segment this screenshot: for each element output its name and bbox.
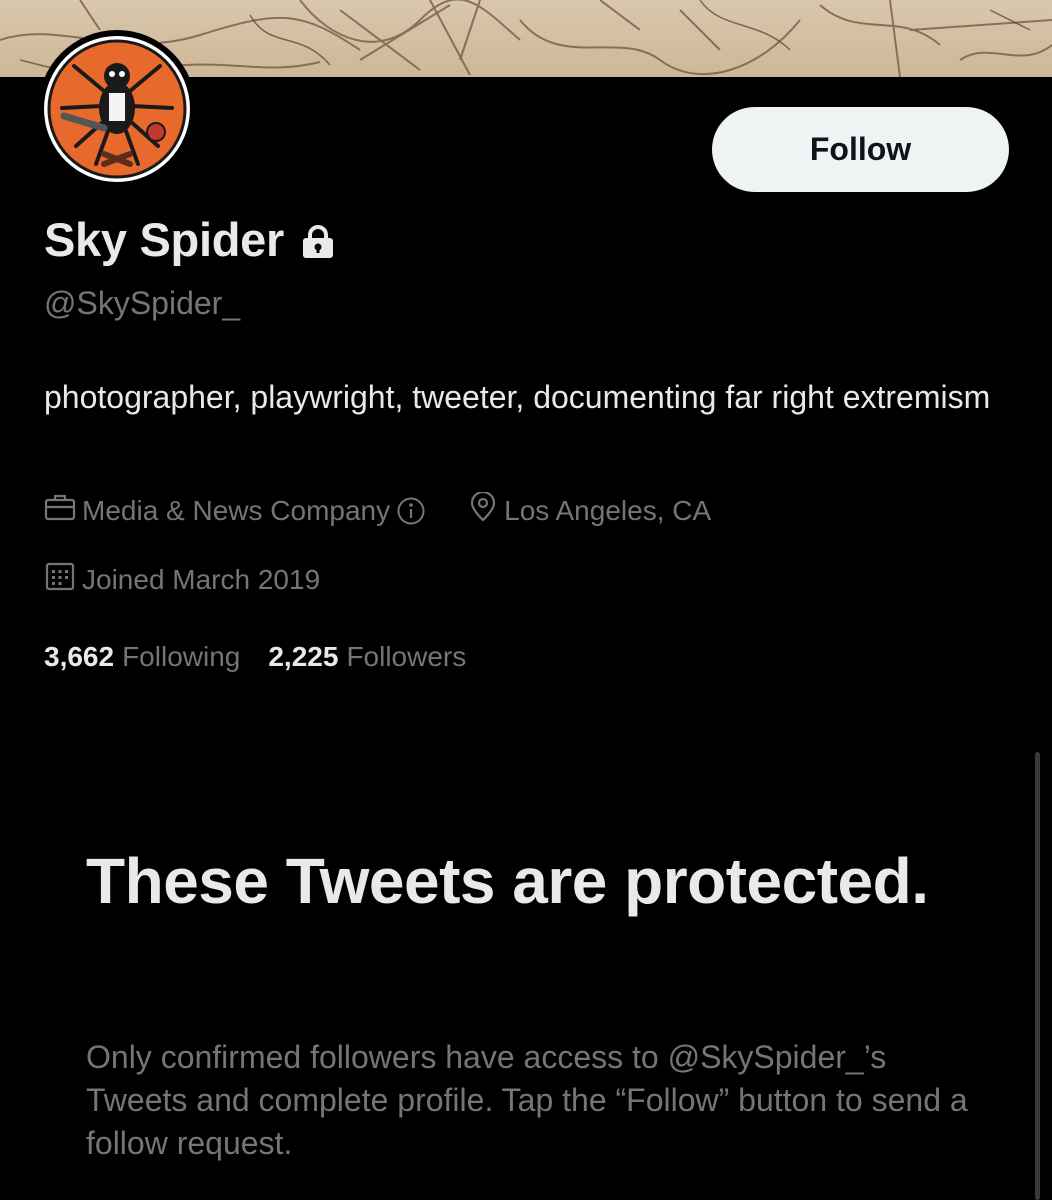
info-icon[interactable] — [396, 496, 432, 526]
briefcase-icon — [44, 493, 82, 528]
category-item[interactable]: Media & News Company — [44, 493, 432, 528]
profile-handle: @SkySpider_ — [44, 285, 241, 321]
avatar[interactable] — [38, 30, 196, 188]
profile-name-row: Sky Spider — [44, 212, 336, 267]
following-label: Following — [122, 641, 241, 672]
location-item: Los Angeles, CA — [468, 490, 712, 529]
category-label: Media & News Company — [82, 494, 391, 526]
protected-tweets-message: Only confirmed followers have access to … — [86, 1039, 968, 1161]
joined-item: Joined March 2019 — [44, 561, 320, 598]
followers-label: Followers — [346, 641, 467, 672]
profile-meta-row: Media & News Company Los Angeles, CA — [44, 490, 712, 529]
followers-link[interactable]: 2,225 Followers — [268, 641, 466, 673]
avatar-image — [44, 36, 190, 182]
profile-bio: photographer, playwright, tweeter, docum… — [44, 379, 991, 415]
following-count: 3,662 — [44, 641, 115, 672]
profile-stats: 3,662 Following 2,225 Followers — [44, 641, 466, 673]
location-pin-icon — [468, 490, 504, 529]
location-label: Los Angeles, CA — [504, 494, 712, 526]
display-name: Sky Spider — [44, 213, 284, 266]
follow-button[interactable]: Follow — [712, 107, 1009, 192]
scrollbar[interactable] — [1035, 752, 1040, 1200]
joined-row: Joined March 2019 — [44, 561, 320, 598]
following-link[interactable]: 3,662 Following — [44, 641, 240, 673]
joined-label: Joined March 2019 — [82, 563, 321, 595]
calendar-icon — [44, 561, 82, 598]
lock-icon — [300, 224, 336, 259]
protected-tweets-title: These Tweets are protected. — [86, 845, 929, 917]
followers-count: 2,225 — [268, 641, 339, 672]
